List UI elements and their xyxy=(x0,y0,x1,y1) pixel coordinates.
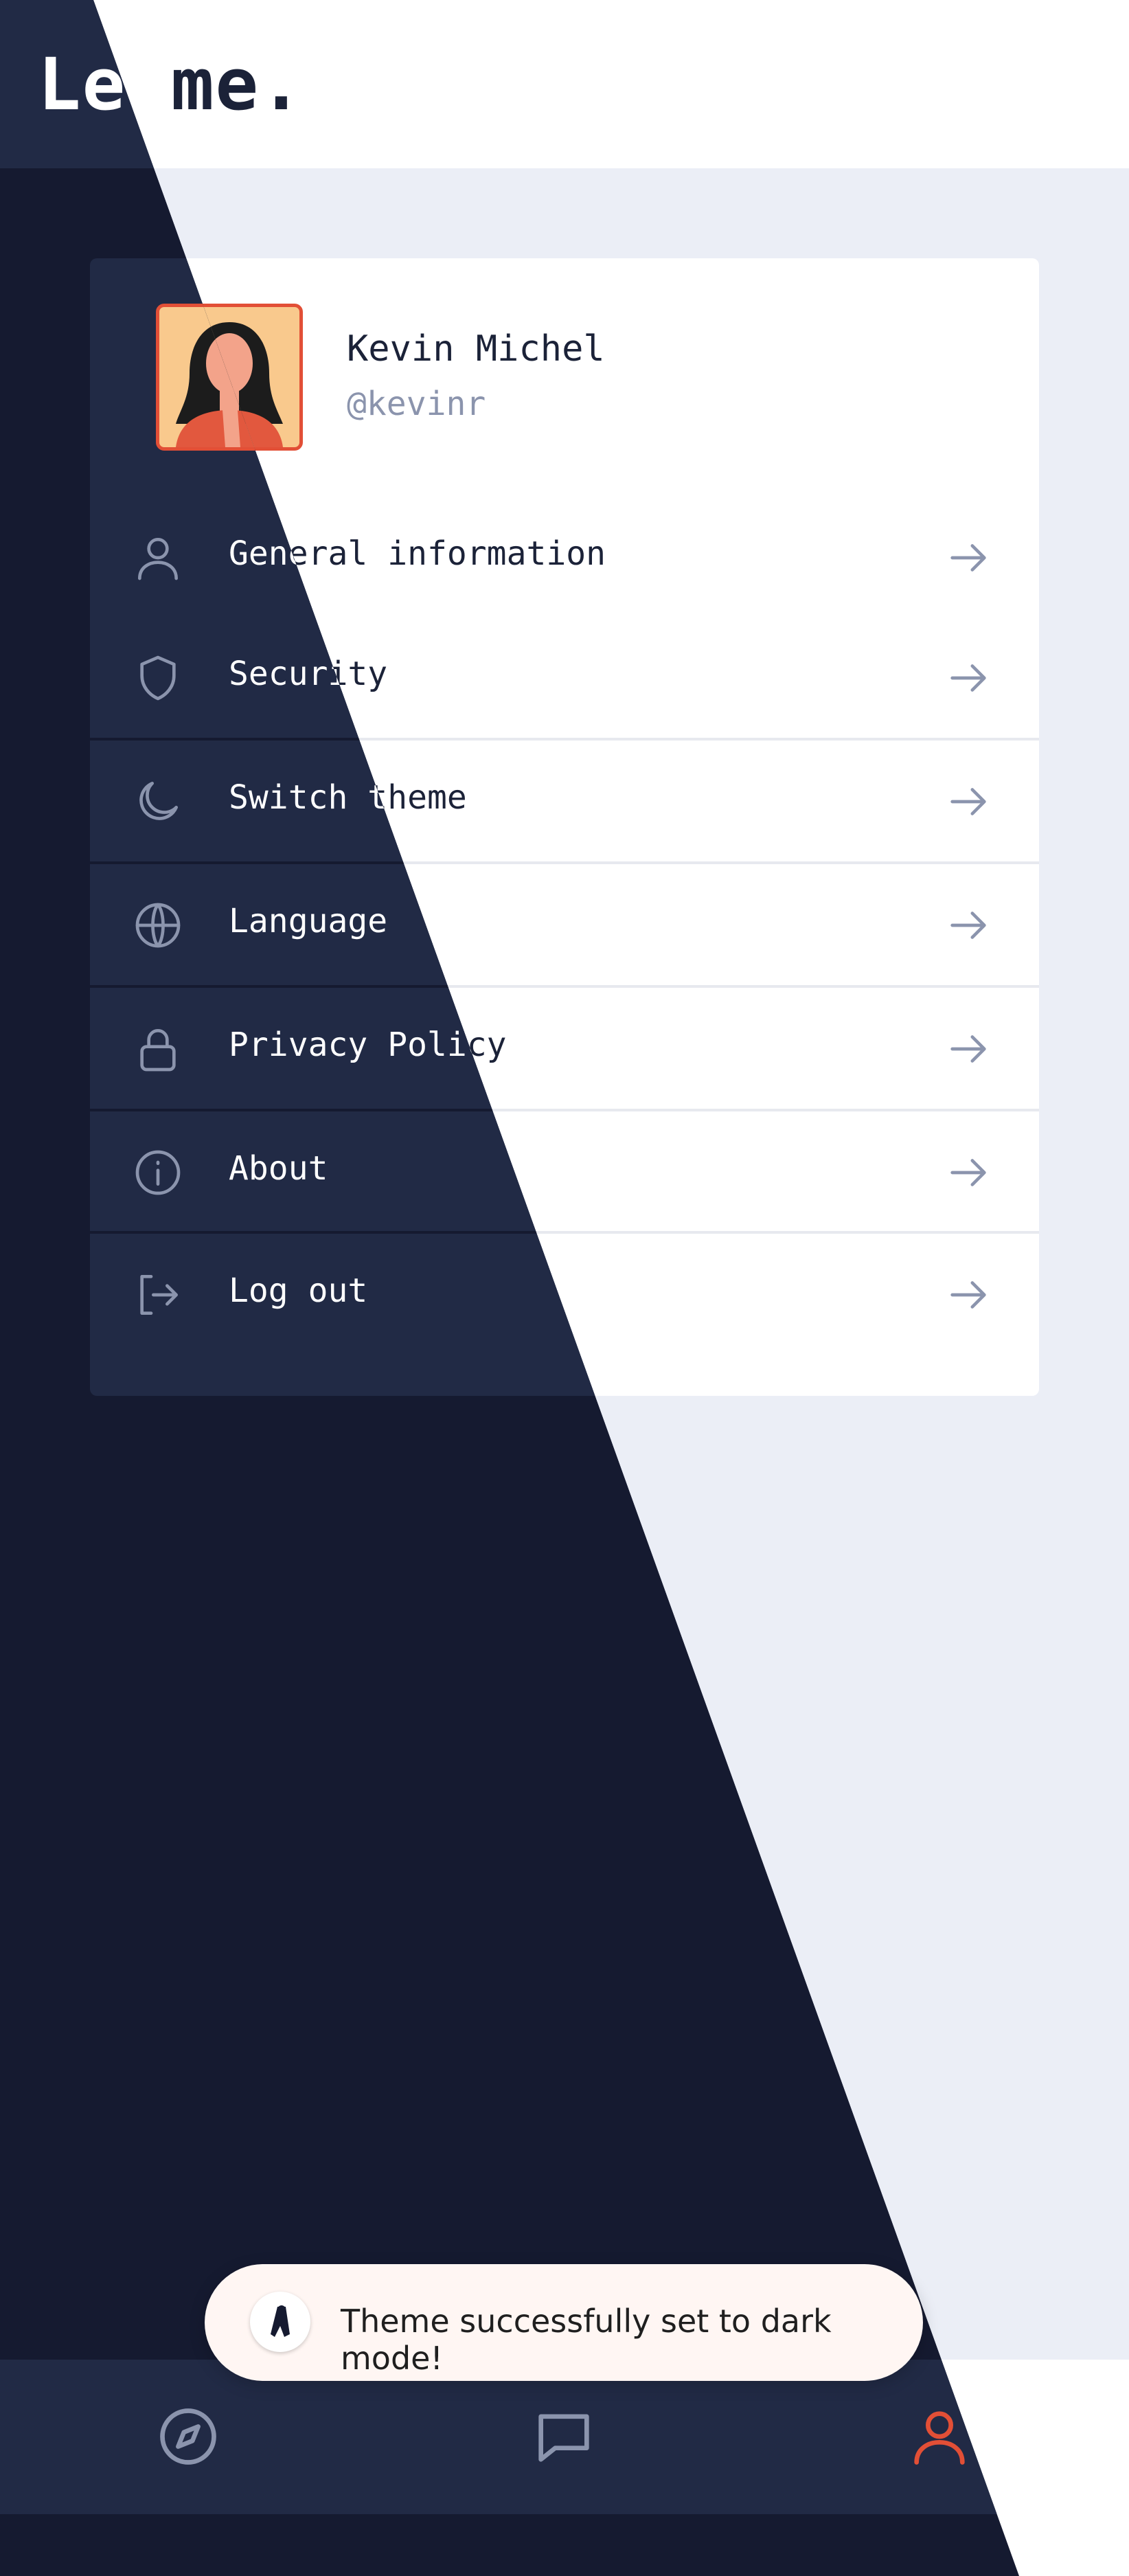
arrow-right-icon xyxy=(950,788,986,815)
menu-item-label: Language xyxy=(229,902,388,940)
info-icon xyxy=(135,1150,181,1195)
user-icon xyxy=(138,538,178,580)
arrow-right-icon xyxy=(950,1035,986,1063)
arrow-right-icon xyxy=(950,1159,986,1186)
arrow-right-icon xyxy=(950,544,986,572)
user-handle: @kevinr xyxy=(347,385,486,423)
menu-item-label: About xyxy=(229,1149,328,1188)
user-name: Kevin Michel xyxy=(347,328,605,370)
menu-item-label: Log out xyxy=(229,1272,368,1310)
moon-icon xyxy=(139,782,178,820)
chat-icon[interactable] xyxy=(529,2402,598,2471)
arrow-right-icon xyxy=(950,664,986,692)
lock-icon xyxy=(140,1029,176,1072)
shield-icon xyxy=(140,655,176,701)
logout-icon xyxy=(140,1275,178,1315)
arrow-right-icon xyxy=(950,1281,986,1309)
arrow-right-icon xyxy=(950,912,986,939)
compass-icon[interactable] xyxy=(154,2402,223,2471)
toast-notification: Theme successfully set to dark mode! xyxy=(205,2264,923,2381)
app-badge-icon xyxy=(250,2292,310,2352)
app-header: Le me. xyxy=(0,0,1129,168)
toast-message: Theme successfully set to dark mode! xyxy=(341,2303,832,2377)
globe-icon xyxy=(135,903,181,948)
